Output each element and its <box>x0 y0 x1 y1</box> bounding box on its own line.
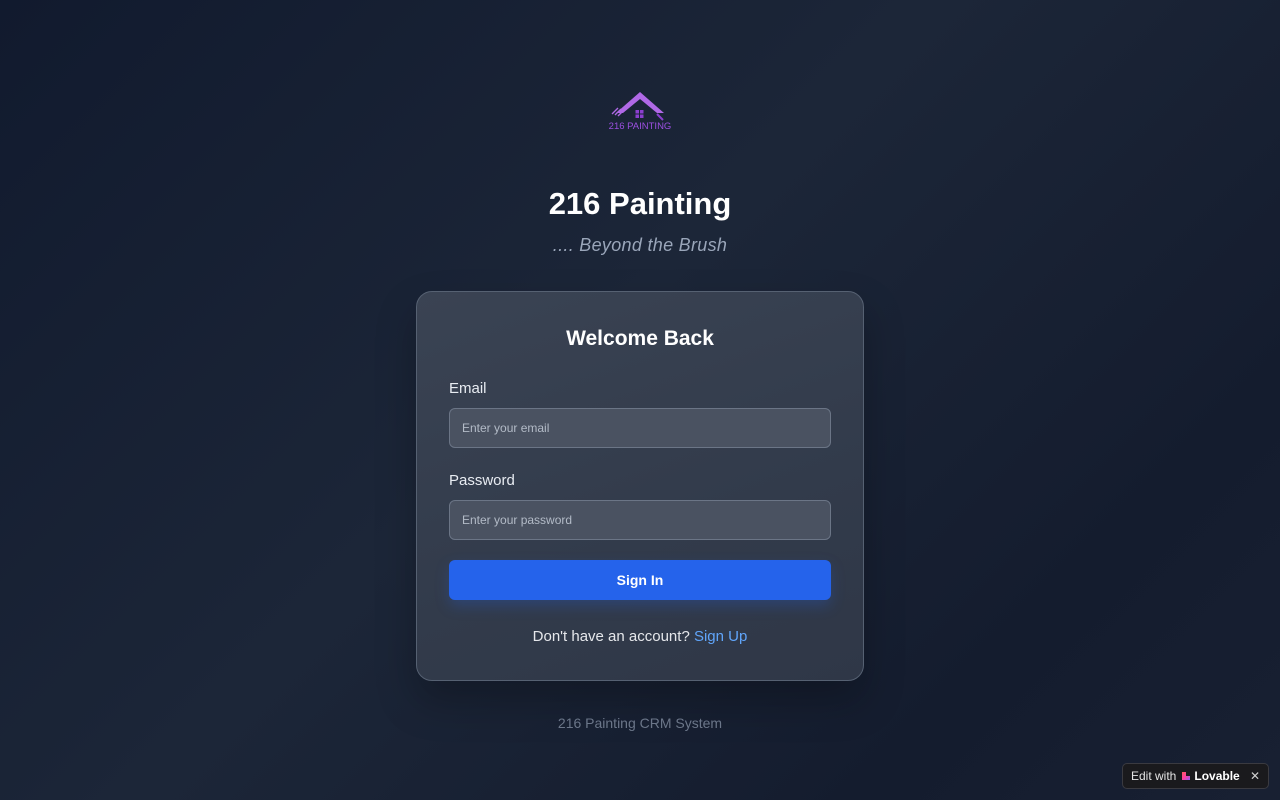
footer-text: 216 Painting CRM System <box>557 715 723 731</box>
login-heading: Welcome Back <box>566 327 714 350</box>
app-tagline: .... Beyond the Brush <box>552 235 728 255</box>
signup-prompt: Don't have an account? <box>532 628 690 645</box>
heart-icon <box>1182 772 1191 780</box>
logo-text: 216 PAINTING <box>609 121 672 132</box>
close-icon[interactable]: ✕ <box>1250 769 1260 783</box>
sign-in-button[interactable]: Sign In <box>449 560 831 600</box>
badge-brand: Lovable <box>1194 769 1240 783</box>
password-label: Password <box>449 472 515 489</box>
app-title: 216 Painting <box>548 186 732 221</box>
login-card: Welcome Back Email Password Sign In Don'… <box>416 291 864 681</box>
sign-up-link[interactable]: Sign Up <box>694 628 747 645</box>
badge-prefix: Edit with <box>1131 769 1177 783</box>
signup-row: Don't have an account? Sign Up <box>417 628 863 645</box>
email-field[interactable] <box>449 408 831 448</box>
brand-logo: 216 PAINTING <box>604 86 676 136</box>
email-label: Email <box>449 380 487 397</box>
password-field[interactable] <box>449 500 831 540</box>
edit-with-lovable-badge[interactable]: Edit with Lovable ✕ <box>1122 763 1269 789</box>
house-roof-logo-icon: 216 PAINTING <box>609 92 672 132</box>
